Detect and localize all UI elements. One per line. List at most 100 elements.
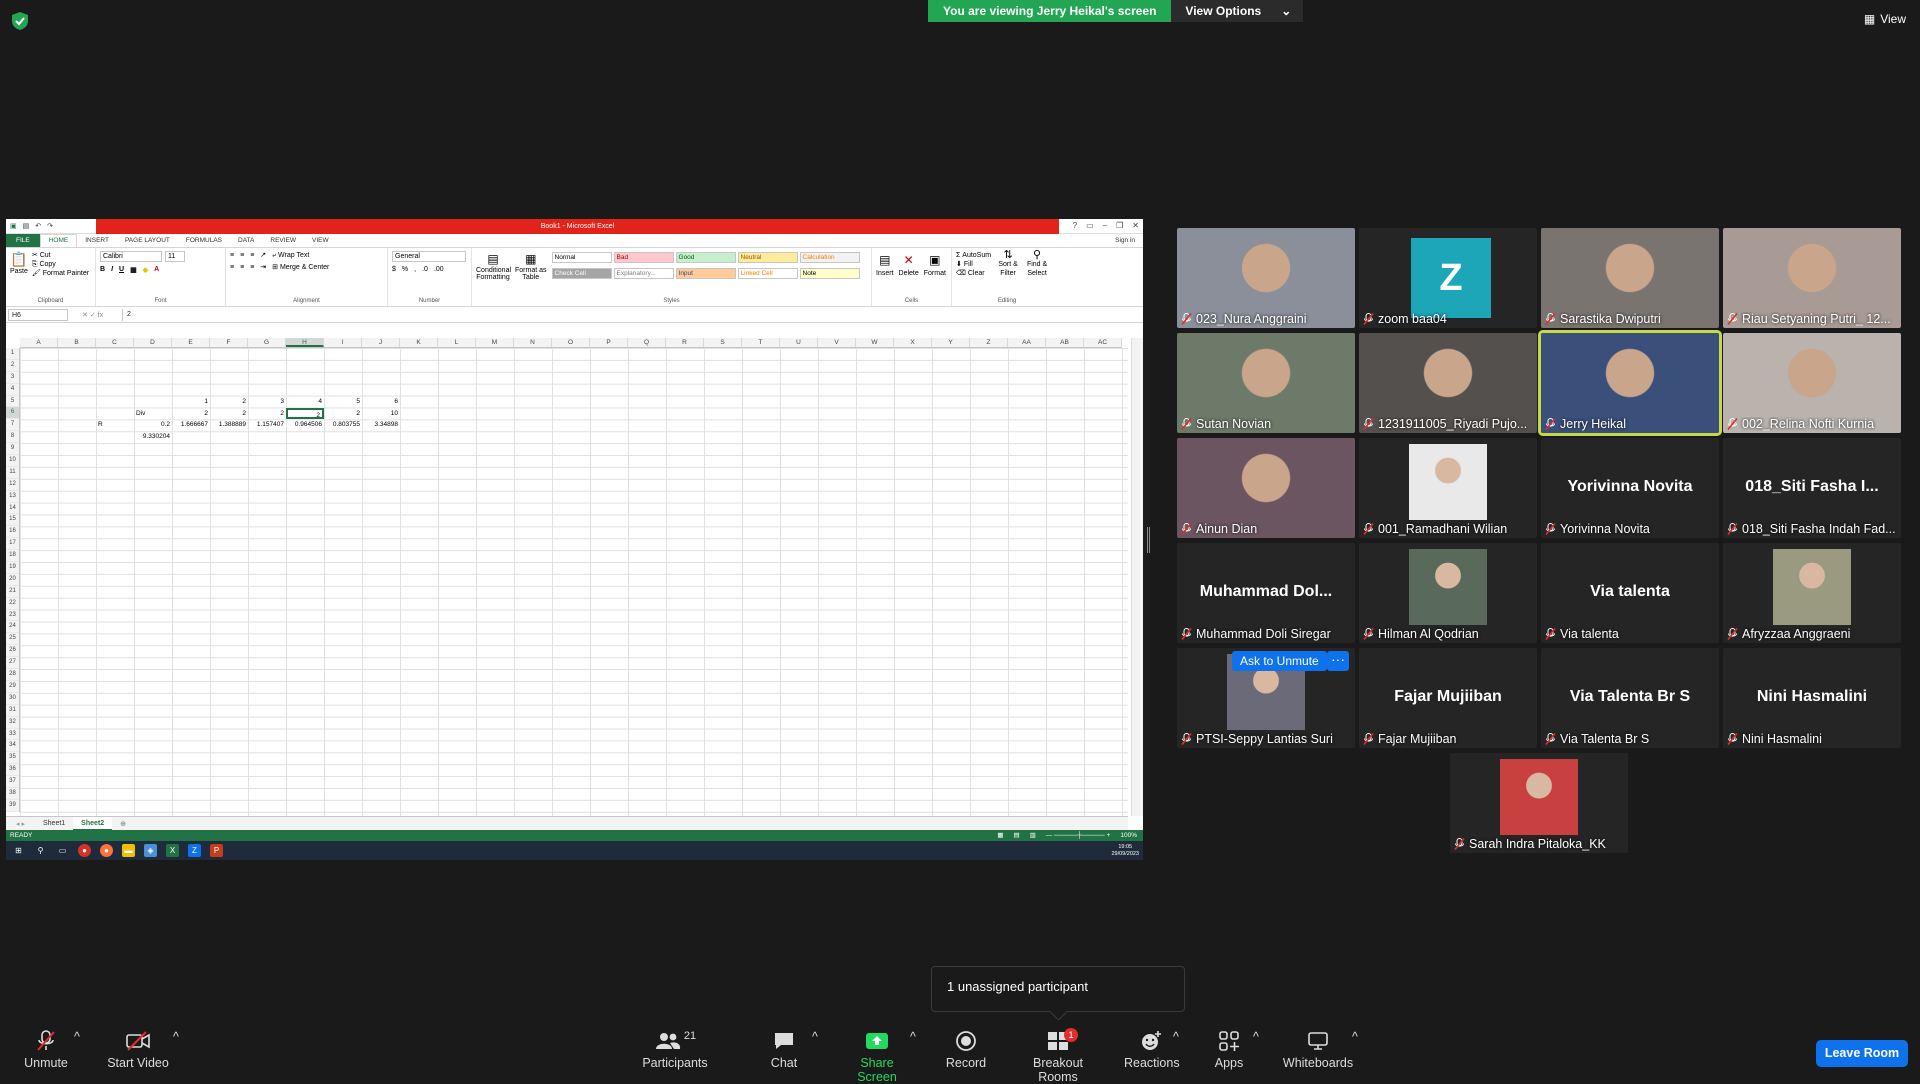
column-header-b[interactable]: B (58, 338, 96, 347)
row-header-14[interactable]: 14 (6, 503, 19, 515)
column-header-k[interactable]: K (400, 338, 438, 347)
cell-g6[interactable]: 2 (248, 408, 286, 420)
row-header-34[interactable]: 34 (6, 740, 19, 753)
more-options-icon[interactable]: ··· (1327, 651, 1349, 671)
row-header-38[interactable]: 38 (6, 788, 19, 800)
row-header-24[interactable]: 24 (6, 621, 19, 634)
align-top-icon[interactable]: ≡ (230, 251, 234, 261)
row-header-21[interactable]: 21 (6, 586, 19, 598)
bold-icon[interactable]: B (100, 266, 105, 274)
font-size-select[interactable]: 11 (165, 251, 185, 262)
row-header-13[interactable]: 13 (6, 491, 19, 503)
participant-tile[interactable]: Sarah Indra Pitaloka_KK (1450, 753, 1628, 853)
copy-button[interactable]: ⎘ Copy (32, 260, 89, 269)
cells-area[interactable]: 1 2 3 4 5 6 Div 2 2 2 2 2 10 R 0.2 1.666667 1.388889 1.15… (20, 348, 1128, 816)
column-header-j[interactable]: J (362, 338, 400, 347)
ribbon-options-icon[interactable]: ▭ (1086, 221, 1094, 230)
sort-filter-button[interactable]: ⇅ Sort & Filter (996, 250, 1020, 278)
share-options-caret[interactable]: ^ (910, 1030, 916, 1044)
column-header-f[interactable]: F (210, 338, 248, 347)
row-header-5[interactable]: 5 (6, 396, 19, 408)
column-header-c[interactable]: C (96, 338, 134, 347)
cut-button[interactable]: ✂ Cut (32, 251, 89, 260)
row-header-4[interactable]: 4 (6, 384, 19, 396)
row-header-7[interactable]: 7 (6, 419, 19, 432)
formula-input[interactable]: 2 (122, 308, 1137, 321)
row-header-18[interactable]: 18 (6, 550, 19, 563)
chat-button[interactable]: Chat (768, 1030, 800, 1070)
cell-e7[interactable]: 1.666667 (172, 419, 210, 431)
participant-tile[interactable]: Yorivinna Novita Yorivinna Novita (1541, 438, 1719, 538)
column-header-g[interactable]: G (248, 338, 286, 347)
tab-review[interactable]: REVIEW (262, 237, 304, 244)
tab-page-layout[interactable]: PAGE LAYOUT (117, 237, 178, 244)
delete-cells-button[interactable]: ✕ Delete (899, 251, 919, 278)
windows-start-icon[interactable]: ⊞ (12, 844, 25, 857)
row-header-31[interactable]: 31 (6, 705, 19, 717)
participant-tile[interactable]: 023_Nura Anggraini (1177, 228, 1355, 328)
apps-button[interactable]: Apps (1213, 1030, 1245, 1070)
cell-style-bad[interactable]: Bad (613, 252, 674, 263)
row-header-10[interactable]: 10 (6, 455, 19, 467)
participant-tile[interactable]: Zzoom baa04 (1359, 228, 1537, 328)
normal-view-icon[interactable]: ▦ (997, 830, 1003, 841)
align-right-icon[interactable]: ≡ (250, 261, 254, 275)
comma-icon[interactable]: , (414, 266, 416, 273)
column-header-i[interactable]: I (324, 338, 362, 347)
participant-tile[interactable]: 001_Ramadhani Wilian (1359, 438, 1537, 538)
sign-in-link[interactable]: Sign in (1107, 237, 1143, 244)
fill-color-icon[interactable]: ◆ (143, 266, 148, 274)
minimize-icon[interactable]: – (1103, 221, 1107, 230)
increase-decimal-icon[interactable]: .0 (422, 266, 428, 273)
excel-taskbar-icon[interactable]: X (166, 844, 179, 857)
row-header-8[interactable]: 8 (6, 431, 19, 444)
column-header-o[interactable]: O (552, 338, 590, 347)
save-icon[interactable]: ▤ (23, 222, 30, 230)
cell-d6[interactable]: Div (134, 408, 172, 420)
ask-to-unmute-button[interactable]: Ask to Unmute (1232, 651, 1327, 671)
conditional-formatting-button[interactable]: ▤ Conditional Formatting (476, 251, 511, 281)
indent-icon[interactable]: ⇥ (260, 261, 266, 275)
view-button[interactable]: ▦ View (1864, 12, 1906, 26)
decrease-decimal-icon[interactable]: .00 (434, 266, 444, 273)
orientation-icon[interactable]: ↗ (260, 251, 266, 261)
participants-button[interactable]: 21 Participants (640, 1030, 710, 1070)
tab-view[interactable]: VIEW (304, 237, 337, 244)
column-header-u[interactable]: U (780, 338, 818, 347)
whiteboards-options-caret[interactable]: ^ (1352, 1030, 1358, 1044)
firefox-icon[interactable]: ● (100, 844, 113, 857)
row-header-39[interactable]: 39 (6, 800, 19, 812)
column-header-t[interactable]: T (742, 338, 780, 347)
row-header-19[interactable]: 19 (6, 562, 19, 574)
row-header-2[interactable]: 2 (6, 360, 19, 372)
cell-g5[interactable]: 3 (248, 396, 286, 408)
sheet-tab-sheet1[interactable]: Sheet1 (35, 817, 73, 831)
tab-data[interactable]: DATA (230, 237, 262, 244)
worksheet-grid[interactable]: A B C D E F G H I J K L M N O P Q R S T U V W X Y Z AA AB AC 1234567… (6, 338, 1128, 816)
cell-style-input[interactable]: Input (675, 268, 736, 279)
sheet-nav-icon[interactable]: ◂ ▸ (6, 820, 35, 828)
number-format-select[interactable]: General (392, 251, 466, 262)
row-header-35[interactable]: 35 (6, 752, 19, 765)
row-header-28[interactable]: 28 (6, 669, 19, 681)
powerpoint-taskbar-icon[interactable]: P (210, 844, 223, 857)
cell-e5[interactable]: 1 (172, 396, 210, 408)
undo-icon[interactable]: ↶ (35, 222, 41, 230)
tab-insert[interactable]: INSERT (77, 237, 117, 244)
record-button[interactable]: Record (944, 1030, 988, 1070)
row-header-32[interactable]: 32 (6, 717, 19, 729)
row-header-37[interactable]: 37 (6, 776, 19, 788)
cell-d7[interactable]: 0.2 (134, 419, 172, 431)
view-options-button[interactable]: View Options ⌄ (1171, 0, 1304, 22)
cell-j6[interactable]: 10 (362, 408, 400, 420)
name-box[interactable]: H6 (8, 308, 68, 321)
fx-icon[interactable]: ✕ ✓ fx (82, 311, 122, 319)
participant-tile[interactable]: Fajar Mujiiban Fajar Mujiiban (1359, 648, 1537, 748)
align-middle-icon[interactable]: ≡ (240, 251, 244, 261)
column-header-m[interactable]: M (476, 338, 514, 347)
cell-h7[interactable]: 0.964506 (286, 419, 324, 431)
paste-button[interactable]: 📋 Paste (10, 251, 28, 278)
cell-f6[interactable]: 2 (210, 408, 248, 420)
zoom-slider[interactable]: — ─────┼───── + (1046, 830, 1111, 841)
page-layout-view-icon[interactable]: ▤ (1013, 830, 1019, 841)
